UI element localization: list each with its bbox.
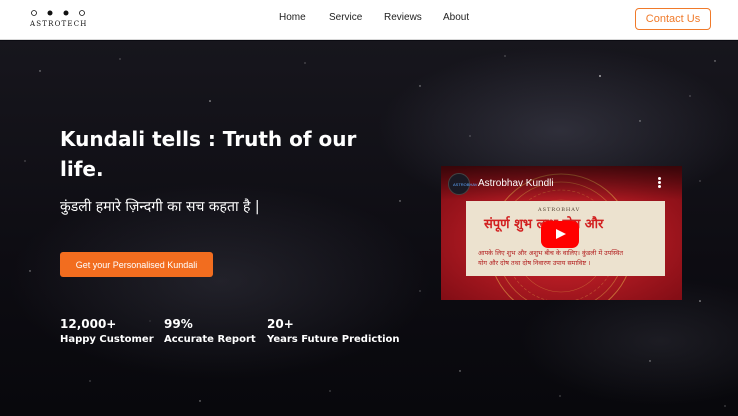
stat-label: Happy Customer: [60, 334, 154, 345]
brand-logo[interactable]: ASTROTECH: [28, 6, 92, 34]
card-line: आपके लिए शुभ और अशुभ बीच के वालिए। कुंडल…: [478, 249, 624, 257]
stat-value: 20+: [267, 317, 294, 331]
moon-phases-icon: [31, 10, 85, 16]
stat-value: 12,000+: [60, 317, 117, 331]
youtube-play-icon[interactable]: [541, 221, 579, 248]
stat-value: 99%: [164, 317, 193, 331]
stat-future-prediction: 20+ Years Future Prediction: [267, 317, 400, 347]
stat-accurate-report: 99% Accurate Report: [164, 317, 256, 347]
card-logo: ASTROBHAV: [538, 207, 581, 213]
channel-avatar[interactable]: ASTROBHAV: [448, 173, 477, 195]
nav-about-link[interactable]: About: [443, 12, 469, 23]
hero-headline-line1: Kundali tells : Truth of our: [60, 127, 357, 151]
play-triangle-icon: [556, 229, 566, 239]
stat-happy-customers: 12,000+ Happy Customer: [60, 317, 154, 347]
brand-name: ASTROTECH: [30, 20, 88, 28]
channel-avatar-text: ASTROBHAV: [453, 182, 478, 187]
nav-home-link[interactable]: Home: [279, 12, 306, 23]
stat-label: Years Future Prediction: [267, 334, 400, 345]
get-kundali-button[interactable]: Get your Personalised Kundali: [60, 252, 213, 277]
top-navbar: ASTROTECH Home Service Reviews About Con…: [0, 0, 738, 40]
hero-headline-line2: life.: [60, 157, 104, 181]
nav-reviews-link[interactable]: Reviews: [384, 12, 422, 23]
contact-us-button[interactable]: Contact Us: [635, 8, 711, 30]
youtube-video-embed[interactable]: ASTROBHAV Astrobhav Kundli ASTROBHAV संप…: [441, 166, 682, 300]
hero-headline: Kundali tells : Truth of our life.: [60, 124, 390, 184]
nav-service-link[interactable]: Service: [329, 12, 362, 23]
card-line: योग और दोष तथा दोष निवारण उपाय समाविष्ट …: [478, 259, 591, 267]
stat-label: Accurate Report: [164, 334, 256, 345]
hero-subheadline: कुंडली हमारे ज़िन्दगी का सच कहता है |: [60, 199, 260, 215]
video-title[interactable]: Astrobhav Kundli: [478, 178, 554, 189]
vertical-dots-menu-icon[interactable]: [655, 176, 663, 190]
hero-section: Kundali tells : Truth of our life. कुंडल…: [0, 41, 738, 416]
